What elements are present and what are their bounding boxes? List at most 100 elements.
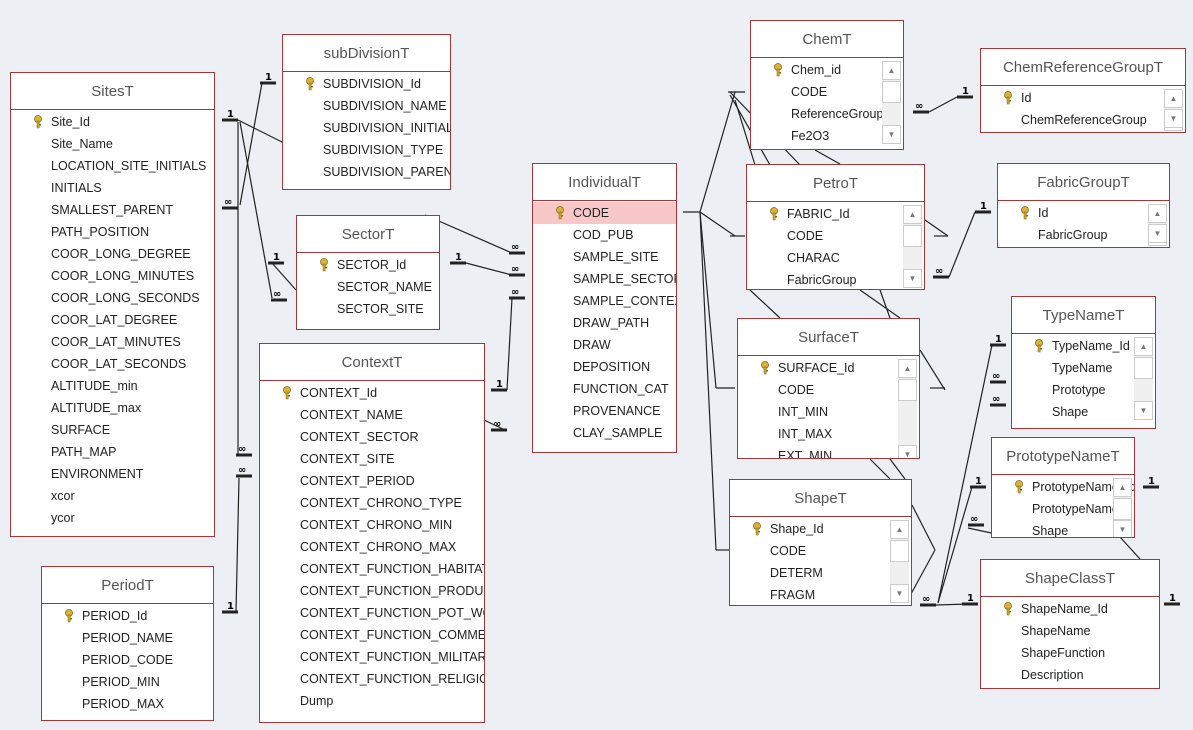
- field-row[interactable]: CONTEXT_PERIOD: [260, 470, 484, 492]
- scrollbar[interactable]: ▲ ▼: [1164, 89, 1183, 131]
- table-title[interactable]: PeriodT: [42, 567, 213, 604]
- scroll-up-arrow-icon[interactable]: ▲: [1113, 478, 1132, 497]
- field-row[interactable]: FabricGroup: [998, 224, 1169, 246]
- field-row[interactable]: SUBDIVISION_Id: [283, 73, 450, 95]
- field-row[interactable]: INT_MIN: [738, 401, 919, 423]
- relationship-line[interactable]: [814, 149, 841, 165]
- field-row[interactable]: ENVIRONMENT: [11, 463, 214, 485]
- relationship-line[interactable]: [859, 289, 901, 319]
- field-row[interactable]: ycor: [11, 507, 214, 529]
- field-row[interactable]: CONTEXT_FUNCTION_RELIGIOUS: [260, 668, 484, 690]
- scroll-thumb[interactable]: [898, 379, 917, 401]
- scroll-up-arrow-icon[interactable]: ▲: [890, 520, 909, 539]
- field-row[interactable]: SUBDIVISION_PARENT: [283, 161, 450, 183]
- relationship-line[interactable]: [869, 458, 891, 480]
- table-title[interactable]: subDivisionT: [283, 35, 450, 72]
- relationship-line[interactable]: [235, 477, 240, 613]
- field-row[interactable]: COD_PUB: [533, 224, 676, 246]
- field-row[interactable]: SECTOR_NAME: [297, 276, 439, 298]
- field-row[interactable]: SUBDIVISION_NAME: [283, 95, 450, 117]
- relationship-line[interactable]: [879, 289, 891, 319]
- field-row[interactable]: SAMPLE_SECTOR: [533, 268, 676, 290]
- field-row[interactable]: FRAGM: [730, 584, 911, 605]
- field-row[interactable]: PATH_MAP: [11, 441, 214, 463]
- table-title[interactable]: SitesT: [11, 73, 214, 110]
- table-shapeclasst[interactable]: ShapeClassT ShapeName_Id ShapeName ShapeFun…: [980, 559, 1160, 689]
- field-row[interactable]: PERIOD_CODE: [42, 649, 213, 671]
- table-shapet[interactable]: ShapeT Shape_Id CODE DETERM FRAGM ▲ ▼: [729, 479, 912, 606]
- relationship-line[interactable]: [919, 349, 946, 391]
- field-row[interactable]: CODE: [751, 81, 903, 103]
- field-row[interactable]: CONTEXT_CHRONO_MAX: [260, 536, 484, 558]
- relationship-line[interactable]: [937, 486, 973, 604]
- table-title[interactable]: ChemReferenceGroupT: [981, 49, 1185, 86]
- table-title[interactable]: SurfaceT: [738, 319, 919, 356]
- relationship-line[interactable]: [271, 262, 297, 291]
- scrollbar[interactable]: ▲ ▼: [903, 205, 922, 288]
- field-row[interactable]: COOR_LONG_MINUTES: [11, 265, 214, 287]
- field-row[interactable]: CONTEXT_FUNCTION_COMMERCIAL: [260, 624, 484, 646]
- field-row[interactable]: SUBDIVISION_TYPE: [283, 139, 450, 161]
- relationship-line[interactable]: [911, 504, 936, 551]
- relationship-line[interactable]: [239, 82, 263, 206]
- scroll-down-arrow-icon[interactable]: ▼: [882, 125, 901, 144]
- table-chemt[interactable]: ChemT Chem_id CODE ReferenceGroup Fe2O3 ▲ ▼: [750, 20, 904, 150]
- field-row[interactable]: CONTEXT_NAME: [260, 404, 484, 426]
- field-row[interactable]: ALTITUDE_max: [11, 397, 214, 419]
- relationship-line[interactable]: [948, 211, 976, 278]
- field-row[interactable]: PERIOD_MAX: [42, 693, 213, 715]
- field-row[interactable]: CONTEXT_Id: [260, 382, 484, 404]
- field-row[interactable]: CONTEXT_FUNCTION_POT_WORKSHOP: [260, 602, 484, 624]
- field-row[interactable]: COOR_LONG_DEGREE: [11, 243, 214, 265]
- field-row[interactable]: DEPOSITION: [533, 356, 676, 378]
- field-row[interactable]: EXT_MIN: [738, 445, 919, 458]
- scroll-down-arrow-icon[interactable]: ▼: [1113, 520, 1132, 537]
- table-petrot[interactable]: PetroT FABRIC_Id CODE CHARAC FabricGroup ▲ ▼: [746, 164, 925, 290]
- field-row[interactable]: Chem_id: [751, 59, 903, 81]
- table-typenamet[interactable]: TypeNameT TypeName_Id TypeName Prototype Sha…: [1011, 296, 1156, 429]
- field-row[interactable]: INITIALS: [11, 177, 214, 199]
- field-row[interactable]: CONTEXT_SECTOR: [260, 426, 484, 448]
- scrollbar[interactable]: ▲ ▼: [882, 61, 901, 144]
- relationship-line[interactable]: [924, 219, 949, 237]
- scroll-down-arrow-icon[interactable]: ▼: [1134, 401, 1153, 420]
- field-row[interactable]: CODE: [533, 202, 676, 224]
- field-row[interactable]: CHARAC: [747, 247, 924, 269]
- field-row[interactable]: Dump: [260, 690, 484, 712]
- field-row[interactable]: FABRIC_Id: [747, 203, 924, 225]
- field-row[interactable]: CONTEXT_FUNCTION_PRODUCTION: [260, 580, 484, 602]
- field-row[interactable]: SECTOR_SITE: [297, 298, 439, 320]
- field-row[interactable]: CODE: [747, 225, 924, 247]
- relationship-line[interactable]: [928, 96, 958, 113]
- field-row[interactable]: PROVENANCE: [533, 400, 676, 422]
- table-sitest[interactable]: SitesT Site_Id Site_Name LOCATION_SITE_INIT…: [10, 72, 215, 537]
- field-row[interactable]: CLAY_SAMPLE: [533, 422, 676, 444]
- scroll-up-arrow-icon[interactable]: ▲: [1134, 337, 1153, 356]
- table-surfacet[interactable]: SurfaceT SURFACE_Id CODE INT_MIN INT_MAX EXT_…: [737, 318, 920, 459]
- field-row[interactable]: xcor: [11, 485, 214, 507]
- table-sectort[interactable]: SectorT SECTOR_Id SECTOR_NAME SECTOR_SITE: [296, 215, 440, 330]
- scroll-thumb[interactable]: [1113, 498, 1132, 520]
- table-title[interactable]: PrototypeNameT: [992, 438, 1134, 475]
- table-chemreferencegroupt[interactable]: ChemReferenceGroupT Id ChemReferenceGroup ▲…: [980, 48, 1186, 133]
- scroll-up-arrow-icon[interactable]: ▲: [898, 359, 917, 378]
- field-row[interactable]: CONTEXT_CHRONO_MIN: [260, 514, 484, 536]
- relationship-line[interactable]: [699, 211, 717, 551]
- table-contextt[interactable]: ContextT CONTEXT_Id CONTEXT_NAME CONTEXT_SE…: [259, 343, 485, 723]
- scroll-down-arrow-icon[interactable]: ▼: [898, 445, 917, 458]
- relationship-line[interactable]: [699, 91, 736, 213]
- field-row[interactable]: COOR_LAT_MINUTES: [11, 331, 214, 353]
- field-row[interactable]: CONTEXT_SITE: [260, 448, 484, 470]
- field-row[interactable]: Id: [998, 202, 1169, 224]
- field-row[interactable]: FUNCTION_CAT: [533, 378, 676, 400]
- table-title[interactable]: ShapeT: [730, 480, 911, 517]
- relationship-line[interactable]: [699, 211, 736, 237]
- field-row[interactable]: COOR_LAT_SECONDS: [11, 353, 214, 375]
- table-title[interactable]: ChemT: [751, 21, 903, 58]
- field-row[interactable]: CONTEXT_FUNCTION_MILITARY: [260, 646, 484, 668]
- field-row[interactable]: CONTEXT_CHRONO_TYPE: [260, 492, 484, 514]
- field-row[interactable]: ShapeName_Id: [981, 598, 1159, 620]
- relationship-line[interactable]: [749, 289, 781, 319]
- field-row[interactable]: SAMPLE_CONTEXT: [533, 290, 676, 312]
- table-periodt[interactable]: PeriodT PERIOD_Id PERIOD_NAME PERIOD_CODE PE…: [41, 566, 214, 721]
